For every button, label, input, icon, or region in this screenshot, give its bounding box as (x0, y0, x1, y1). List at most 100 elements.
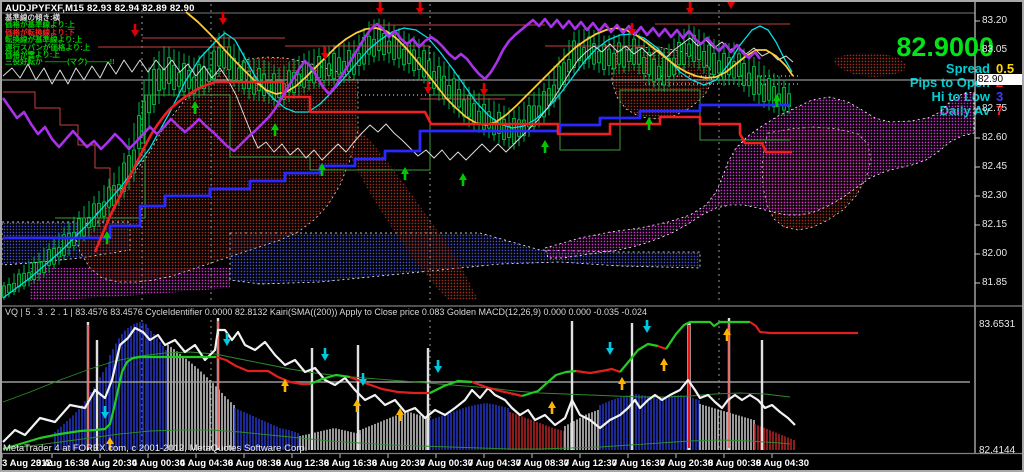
candle-body (743, 63, 746, 85)
candle-body (403, 49, 406, 65)
up-arrow-signal (459, 173, 467, 186)
time-axis-label: 6 Aug 16:30 (324, 458, 377, 469)
candle-body (278, 81, 281, 97)
candle-body (243, 62, 246, 89)
time-axis-label: 7 Aug 04:30 (468, 458, 521, 469)
down-arrow-signal (131, 24, 139, 37)
time-axis-label: 4 Aug 04:30 (180, 458, 233, 469)
up-arrow-signal (660, 358, 668, 371)
candle-body (328, 64, 331, 76)
candle-body (688, 44, 691, 56)
time-axis-label: 7 Aug 00:30 (420, 458, 473, 469)
candle-body (663, 57, 666, 85)
time-axis-label: 7 Aug 08:30 (516, 458, 569, 469)
time-axis-label: 3 Aug 20:30 (84, 458, 137, 469)
candle-body (623, 47, 626, 67)
candle-body (628, 50, 631, 62)
candle-body (263, 74, 266, 95)
indicator-axis-label: 82.4144 (979, 445, 1015, 456)
down-arrow-signal (739, 301, 747, 314)
candle-body (388, 41, 391, 53)
down-arrow-signal (321, 47, 329, 60)
down-arrow-signal (321, 348, 329, 361)
ichimoku-status-legend: 基準線の傾き:横価格が基準線より:上価格が転換線より:下転換線が基準線より:上遅… (5, 14, 115, 66)
price-axis-label: 83.20 (982, 15, 1007, 26)
down-arrow-signal (424, 81, 432, 94)
candle-body (368, 36, 371, 54)
trend-color-line (472, 382, 522, 396)
up-arrow-signal (353, 399, 361, 412)
candle-body (633, 39, 636, 64)
up-arrow-signal (541, 140, 549, 153)
trend-color-line (750, 322, 858, 333)
up-arrow-signal (548, 401, 556, 414)
indicator-window-plot[interactable] (2, 301, 970, 452)
time-axis-label: 7 Aug 16:30 (612, 458, 665, 469)
candle-body (8, 284, 11, 292)
candle-body (318, 56, 321, 77)
indicator-axis-label: 83.6531 (979, 319, 1015, 330)
candle-body (398, 42, 401, 58)
candle-body (503, 119, 506, 139)
candle-body (568, 60, 571, 72)
candle-body (378, 28, 381, 51)
bid-price: 82.9000 (896, 32, 994, 63)
down-arrow-signal (714, 301, 722, 314)
candle-body (603, 44, 606, 69)
candle-body (163, 69, 166, 89)
candle-body (738, 54, 741, 77)
candle-body (168, 58, 171, 84)
candle-body (753, 67, 756, 95)
price-axis-label: 82.45 (982, 161, 1007, 172)
legend-line: 三役好転か ―――(マク)―――!! (5, 58, 115, 65)
candle-body (763, 85, 766, 102)
window-frame-top (0, 0, 1024, 2)
current-price-box: 82.90 (977, 74, 1024, 85)
candle-body (423, 51, 426, 77)
candle-body (158, 69, 161, 91)
time-axis-label: 6 Aug 08:30 (228, 458, 281, 469)
indicator-window-title: VQ | 5 . 3 . 2 . 1 | 83.4576 83.4576 Cyc… (5, 307, 647, 317)
time-axis-label: 7 Aug 20:30 (660, 458, 713, 469)
trend-color-line (576, 369, 620, 373)
down-arrow-signal (480, 83, 488, 96)
candle-body (198, 65, 201, 88)
candle-body (68, 233, 71, 247)
candle-body (768, 79, 771, 101)
down-arrow-signal (219, 12, 227, 25)
candle-body (453, 79, 456, 107)
trend-color-line (658, 346, 666, 349)
time-axis-label: 7 Aug 12:30 (564, 458, 617, 469)
candle-body (153, 69, 156, 104)
candle-body (518, 120, 521, 136)
window-frame-left (0, 0, 2, 472)
price-axis-label: 83.05 (982, 44, 1007, 55)
candle-body (373, 39, 376, 56)
price-axis-label: 82.30 (982, 190, 1007, 201)
time-axis-label: 6 Aug 12:30 (276, 458, 329, 469)
candle-body (598, 51, 601, 63)
candle-body (783, 87, 786, 110)
trend-color-line (430, 381, 472, 393)
candle-body (708, 45, 711, 67)
chart-canvas[interactable] (0, 0, 1024, 472)
candle-body (223, 51, 226, 68)
down-arrow-signal (643, 320, 651, 333)
main-chart-plot[interactable] (2, 0, 975, 304)
candle-body (458, 89, 461, 107)
candle-body (338, 58, 341, 74)
up-arrow-signal (645, 117, 653, 130)
trend-color-line (666, 322, 750, 349)
candle-body (333, 54, 336, 79)
candle-body (228, 47, 231, 70)
copyright-text: MetaTrader 4 at FOREX.com, c 2001-2012, … (3, 443, 307, 454)
candle-body (323, 60, 326, 80)
candle-body (178, 73, 181, 86)
candle-body (548, 89, 551, 106)
mt4-chart-window: AUDJPYFXF,M15 82.93 82.94 82.89 82.90 基準… (0, 0, 1024, 472)
candle-body (448, 85, 451, 98)
candle-body (218, 48, 221, 66)
candle-body (273, 74, 276, 100)
price-axis-label: 81.85 (982, 277, 1007, 288)
up-arrow-signal (401, 167, 409, 180)
